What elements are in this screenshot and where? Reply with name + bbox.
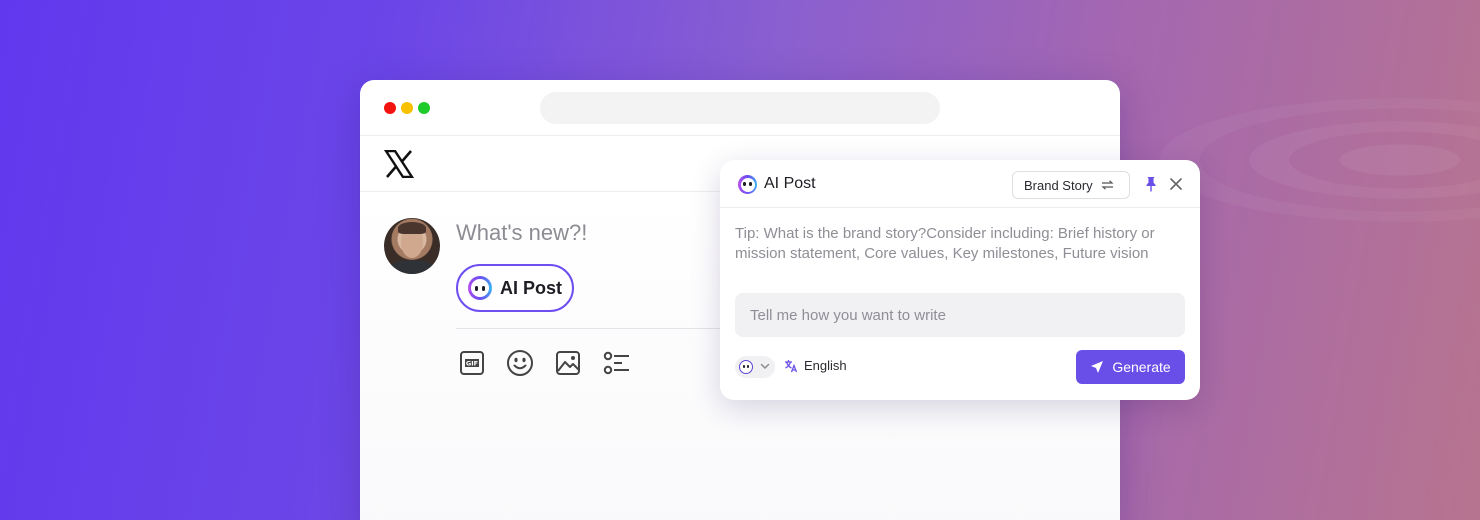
close-window-dot[interactable] — [384, 102, 396, 114]
maximize-window-dot[interactable] — [418, 102, 430, 114]
ai-bot-icon — [738, 175, 757, 194]
send-icon — [1091, 361, 1104, 373]
language-select[interactable]: English — [784, 358, 847, 373]
gif-icon[interactable]: GIF — [457, 348, 487, 378]
ai-bot-icon — [739, 360, 753, 374]
ai-post-button[interactable]: AI Post — [456, 264, 574, 312]
panel-header: AI Post Brand Story — [720, 160, 1200, 208]
tip-text: Tip: What is the brand story?Consider in… — [735, 225, 1155, 262]
prompt-input[interactable] — [735, 293, 1185, 337]
model-select[interactable] — [735, 356, 775, 378]
address-bar[interactable] — [540, 92, 940, 124]
style-select[interactable]: Brand Story — [1012, 171, 1130, 199]
pin-icon[interactable] — [1144, 176, 1158, 192]
language-label: English — [804, 358, 847, 373]
emoji-icon[interactable] — [505, 348, 535, 378]
avatar[interactable] — [384, 218, 440, 274]
panel-title: AI Post — [764, 175, 816, 192]
swap-icon — [1101, 180, 1114, 190]
image-icon[interactable] — [553, 348, 583, 378]
minimize-window-dot[interactable] — [401, 102, 413, 114]
generate-label: Generate — [1112, 359, 1171, 375]
svg-text:GIF: GIF — [466, 360, 478, 368]
ai-post-label: AI Post — [500, 277, 563, 298]
compose-placeholder[interactable]: What's new?! — [456, 220, 587, 246]
generate-button[interactable]: Generate — [1076, 350, 1185, 384]
x-logo-icon[interactable] — [384, 150, 414, 178]
chevron-down-icon — [760, 363, 770, 369]
browser-titlebar — [360, 80, 1120, 136]
translate-icon — [785, 359, 798, 372]
close-icon[interactable] — [1169, 177, 1183, 191]
ai-post-panel: AI Post Brand Story Tip: What is the bra… — [720, 160, 1200, 400]
ai-bot-icon — [468, 276, 492, 300]
poll-icon[interactable] — [601, 348, 631, 378]
style-select-value: Brand Story — [1024, 177, 1093, 193]
